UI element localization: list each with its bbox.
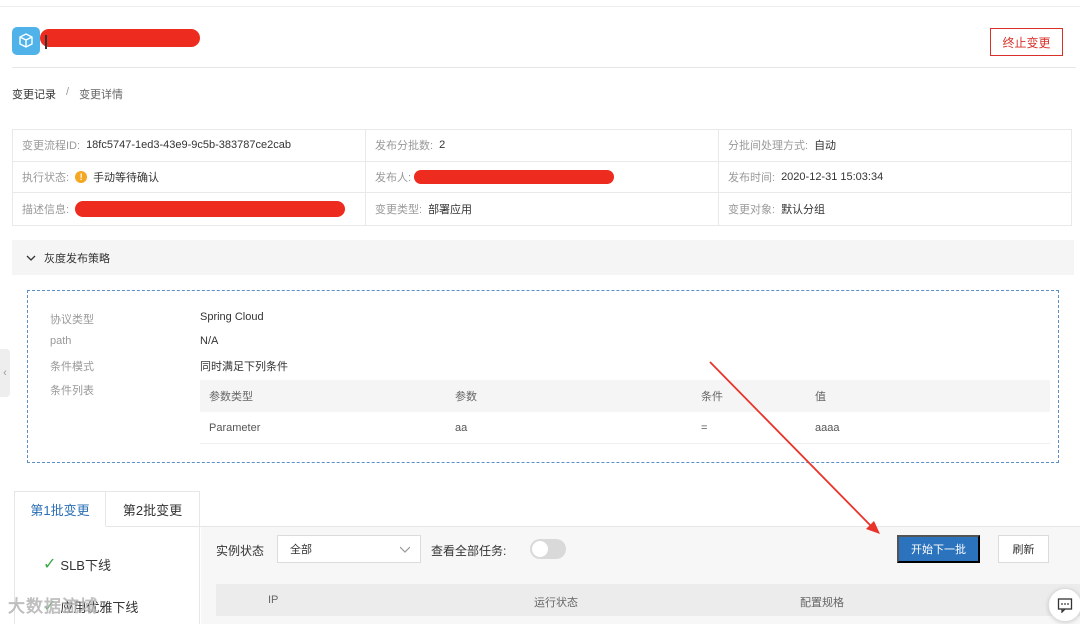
info-flow-id: 变更流程ID: 18fc5747-1ed3-43e9-9c5b-383787ce… — [13, 130, 366, 161]
exec-status-value: 手动等待确认 — [93, 171, 160, 184]
section-title: 灰度发布策略 — [44, 252, 110, 265]
header-divider — [12, 67, 1076, 68]
info-row: 执行状态: ! 手动等待确认 发布人: 发布时间: 2020-12-31 15:… — [13, 161, 1071, 193]
view-all-tasks-toggle[interactable] — [530, 539, 566, 559]
instance-panel: 实例状态 全部 查看全部任务: 开始下一批 刷新 IP 运行状态 配置规格 — [201, 527, 1080, 624]
table-row: Parameter aa = aaaa — [200, 412, 1050, 444]
protocol-value: Spring Cloud — [200, 311, 264, 323]
info-description: 描述信息: — [13, 193, 366, 225]
mode-label: 条件模式 — [50, 361, 94, 373]
flow-id-label: 变更流程ID: — [22, 140, 81, 153]
condition-list-label: 条件列表 — [50, 384, 94, 397]
exec-status-label: 执行状态: — [22, 171, 70, 184]
batch-count-value: 2 — [439, 139, 446, 152]
publish-time-value: 2020-12-31 15:03:34 — [781, 170, 884, 183]
table-cell: aa — [455, 421, 468, 434]
column-header: 参数类型 — [209, 391, 253, 403]
column-header: 参数 — [455, 391, 477, 403]
table-cell: = — [701, 421, 708, 434]
strategy-labels: 协议类型 path 条件模式 条件列表 — [50, 311, 94, 405]
instance-table-header: IP 运行状态 配置规格 — [216, 584, 1080, 616]
column-header: 配置规格 — [800, 597, 844, 609]
table-cell: aaaa — [815, 421, 840, 434]
info-change-type: 变更类型: 部署应用 — [366, 193, 719, 225]
change-info-table: 变更流程ID: 18fc5747-1ed3-43e9-9c5b-383787ce… — [12, 129, 1072, 226]
chat-support-icon[interactable] — [1048, 588, 1080, 622]
instance-status-select[interactable]: 全部 — [277, 535, 421, 563]
redacted-app-name — [40, 29, 200, 47]
info-row: 描述信息: 变更类型: 部署应用 变更对象: 默认分组 — [13, 193, 1071, 225]
info-batch-count: 发布分批数: 2 — [366, 130, 719, 161]
tab-batch-2[interactable]: 第2批变更 — [106, 491, 200, 527]
redacted-publisher — [414, 169, 614, 184]
warning-icon: ! — [75, 170, 88, 183]
info-exec-status: 执行状态: ! 手动等待确认 — [13, 161, 366, 192]
condition-table: 参数类型 参数 条件 值 Parameter aa = aaaa — [200, 380, 1050, 444]
breadcrumb: 变更记录 / 变更详情 — [12, 86, 123, 102]
watermark: 大数据流域 — [8, 597, 98, 616]
toggle-knob — [532, 541, 548, 557]
batch-tabs: 第1批变更 第2批变更 — [14, 491, 200, 527]
protocol-label: 协议类型 — [50, 314, 94, 326]
batch-mode-value: 自动 — [814, 140, 837, 153]
chevron-down-icon — [26, 255, 36, 261]
redacted-description — [75, 201, 345, 217]
start-next-batch-button[interactable]: 开始下一批 — [897, 535, 980, 563]
publish-time-label: 发布时间: — [728, 171, 776, 184]
app-cube-icon — [12, 27, 40, 55]
publisher-label: 发布人: — [375, 171, 412, 184]
step-label: SLB下线 — [60, 557, 111, 573]
instance-status-value: 全部 — [290, 544, 312, 556]
tab-batch-1[interactable]: 第1批变更 — [14, 491, 106, 527]
change-target-value: 默认分组 — [781, 203, 826, 216]
strategy-details-box: 协议类型 path 条件模式 条件列表 Spring Cloud N/A 同时满… — [27, 290, 1059, 463]
breadcrumb-change-details: 变更详情 — [79, 89, 124, 101]
breadcrumb-change-records[interactable]: 变更记录 — [12, 86, 56, 102]
flow-id-value: 18fc5747-1ed3-43e9-9c5b-383787ce2cab — [86, 139, 291, 152]
column-header: 运行状态 — [534, 597, 578, 609]
description-label: 描述信息: — [22, 203, 70, 216]
batch-mode-label: 分批间处理方式: — [728, 140, 809, 153]
collapse-handle-chevron-left-icon[interactable]: ‹ — [0, 349, 10, 397]
table-cell: Parameter — [209, 421, 261, 434]
column-header: IP — [268, 594, 279, 606]
gray-release-strategy-toggle[interactable]: 灰度发布策略 — [12, 240, 1074, 275]
breadcrumb-separator: / — [66, 86, 70, 98]
info-change-target: 变更对象: 默认分组 — [719, 193, 1071, 225]
batch-count-label: 发布分批数: — [375, 140, 434, 153]
mode-value: 同时满足下列条件 — [200, 361, 288, 373]
page-header: 终止变更 — [12, 25, 1076, 56]
top-divider — [0, 6, 1080, 7]
change-target-label: 变更对象: — [728, 203, 776, 216]
path-value: N/A — [200, 334, 219, 347]
stop-change-button[interactable]: 终止变更 — [990, 28, 1063, 56]
info-publisher: 发布人: — [366, 161, 719, 192]
change-type-value: 部署应用 — [428, 203, 473, 216]
check-icon: ✓ — [43, 556, 57, 573]
change-type-label: 变更类型: — [375, 203, 423, 216]
strategy-values: Spring Cloud N/A 同时满足下列条件 — [200, 311, 288, 382]
info-batch-mode: 分批间处理方式: 自动 — [719, 130, 1071, 161]
refresh-button[interactable]: 刷新 — [998, 535, 1049, 563]
info-row: 变更流程ID: 18fc5747-1ed3-43e9-9c5b-383787ce… — [13, 130, 1071, 162]
path-label: path — [50, 334, 72, 347]
info-publish-time: 发布时间: 2020-12-31 15:03:34 — [719, 162, 1071, 193]
step-item[interactable]: ✓ SLB下线 — [43, 554, 111, 574]
view-all-tasks-label: 查看全部任务: — [431, 544, 507, 558]
column-header: 值 — [815, 391, 826, 403]
title-text-fragment — [45, 35, 47, 49]
condition-table-header: 参数类型 参数 条件 值 — [200, 380, 1050, 412]
instance-status-label: 实例状态 — [216, 544, 265, 558]
column-header: 条件 — [701, 391, 723, 403]
chevron-down-icon — [400, 546, 410, 553]
